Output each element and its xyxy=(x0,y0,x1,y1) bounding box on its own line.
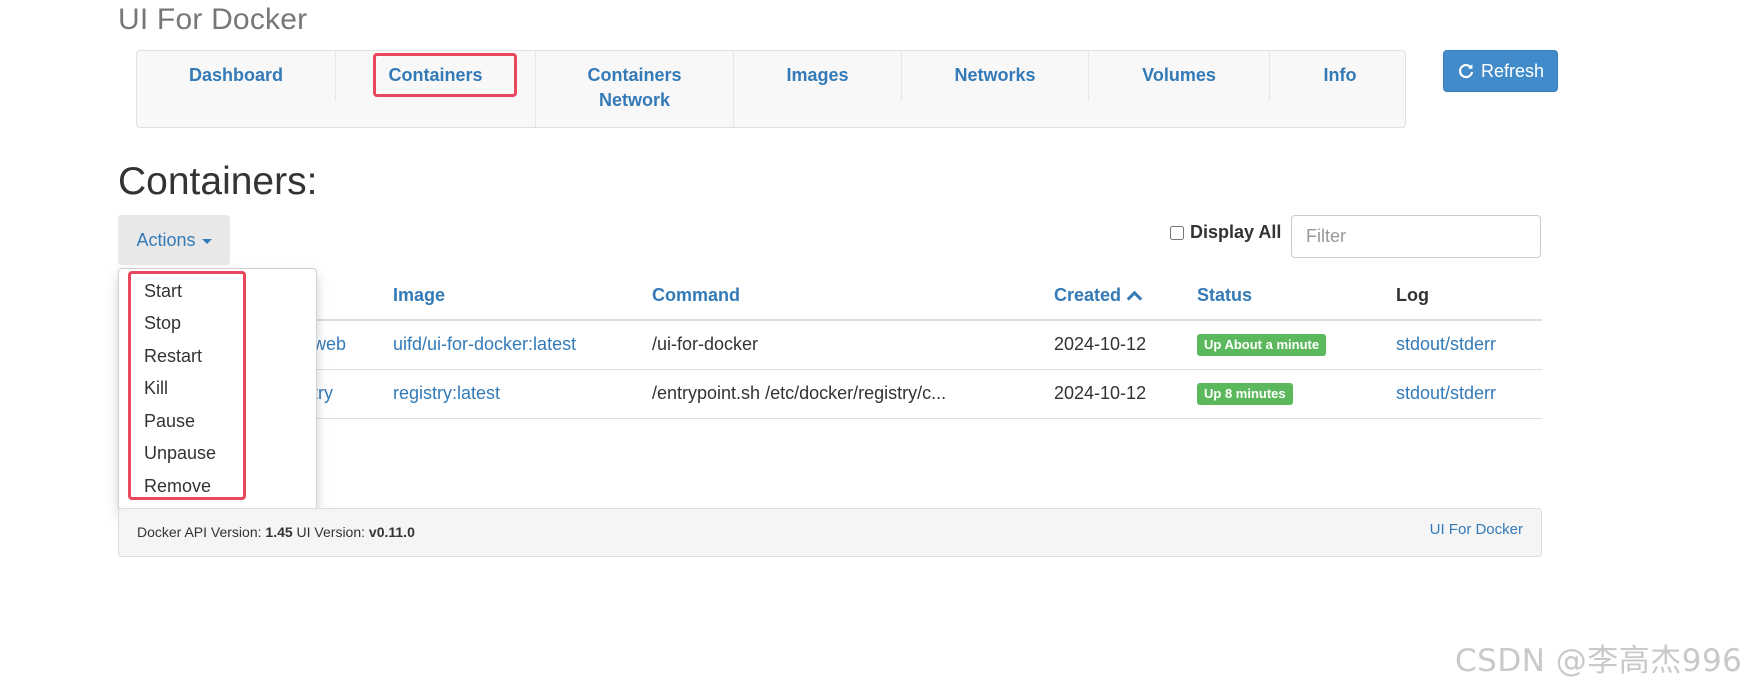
nav-tab-containers-network[interactable]: Containers Network xyxy=(535,51,734,110)
log-link[interactable]: stdout/stderr xyxy=(1396,334,1496,355)
column-header-status[interactable]: Status xyxy=(1197,285,1252,306)
column-header-command[interactable]: Command xyxy=(652,285,740,306)
display-all-toggle[interactable]: Display All xyxy=(1170,222,1281,243)
nav-tab-networks[interactable]: Networks xyxy=(902,51,1088,103)
nav-tab-volumes[interactable]: Volumes xyxy=(1089,51,1269,103)
main-navbar: Dashboard Containers Containers Network … xyxy=(136,50,1406,128)
containers-tab-highlight xyxy=(373,53,517,97)
footer-project-link[interactable]: UI For Docker xyxy=(1430,521,1523,538)
column-header-image-label: Image xyxy=(393,285,446,305)
ui-version-value: v0.11.0 xyxy=(368,524,415,540)
filter-input[interactable] xyxy=(1291,215,1541,258)
container-name-link[interactable]: web xyxy=(313,334,346,355)
command-cell: /ui-for-docker xyxy=(652,334,759,354)
column-header-log-label: Log xyxy=(1396,285,1429,305)
command-cell: /entrypoint.sh /etc/docker/registry/c... xyxy=(652,383,947,403)
ui-version-label: UI Version: xyxy=(296,524,366,540)
image-link[interactable]: registry:latest xyxy=(393,383,500,404)
nav-tab-info[interactable]: Info xyxy=(1270,51,1410,103)
api-version-value: 1.45 xyxy=(265,524,293,540)
status-badge: Up About a minute xyxy=(1197,334,1327,356)
chevron-up-icon xyxy=(1126,290,1143,307)
refresh-button[interactable]: Refresh xyxy=(1443,50,1558,92)
table-row-divider xyxy=(118,369,1542,370)
log-link[interactable]: stdout/stderr xyxy=(1396,383,1496,404)
api-version-label: Docker API Version: xyxy=(137,524,262,540)
table-row-divider xyxy=(118,418,1542,419)
column-header-log: Log xyxy=(1396,285,1429,306)
app-brand[interactable]: UI For Docker xyxy=(118,3,307,37)
footer: Docker API Version: 1.45 UI Version: v0.… xyxy=(118,508,1542,557)
image-link[interactable]: uifd/ui-for-docker:latest xyxy=(393,334,576,355)
refresh-icon xyxy=(1457,62,1475,80)
caret-down-icon xyxy=(201,238,212,244)
column-header-status-label: Status xyxy=(1197,285,1253,305)
column-header-created-label: Created xyxy=(1054,285,1122,305)
column-header-image[interactable]: Image xyxy=(393,285,445,306)
nav-tab-images[interactable]: Images xyxy=(734,51,901,103)
column-header-command-label: Command xyxy=(652,285,741,305)
nav-tab-dashboard[interactable]: Dashboard xyxy=(137,51,335,103)
display-all-checkbox[interactable] xyxy=(1170,225,1184,240)
actions-menu-highlight xyxy=(128,271,246,500)
actions-dropdown-button[interactable]: Actions xyxy=(118,215,230,265)
actions-button-label: Actions xyxy=(136,229,196,250)
status-badge: Up 8 minutes xyxy=(1197,383,1293,405)
created-cell: 2024-10-12 xyxy=(1054,383,1147,403)
watermark: CSDN @李高杰996 xyxy=(1455,643,1743,679)
column-header-created[interactable]: Created xyxy=(1054,285,1143,307)
created-cell: 2024-10-12 xyxy=(1054,334,1147,354)
nav-tab-containers-network-label: Containers Network xyxy=(587,65,682,110)
refresh-button-label: Refresh xyxy=(1480,60,1545,81)
version-info: Docker API Version: 1.45 UI Version: v0.… xyxy=(137,524,415,540)
display-all-label: Display All xyxy=(1190,222,1282,242)
table-header-divider xyxy=(118,319,1542,321)
page-title: Containers: xyxy=(118,160,318,203)
